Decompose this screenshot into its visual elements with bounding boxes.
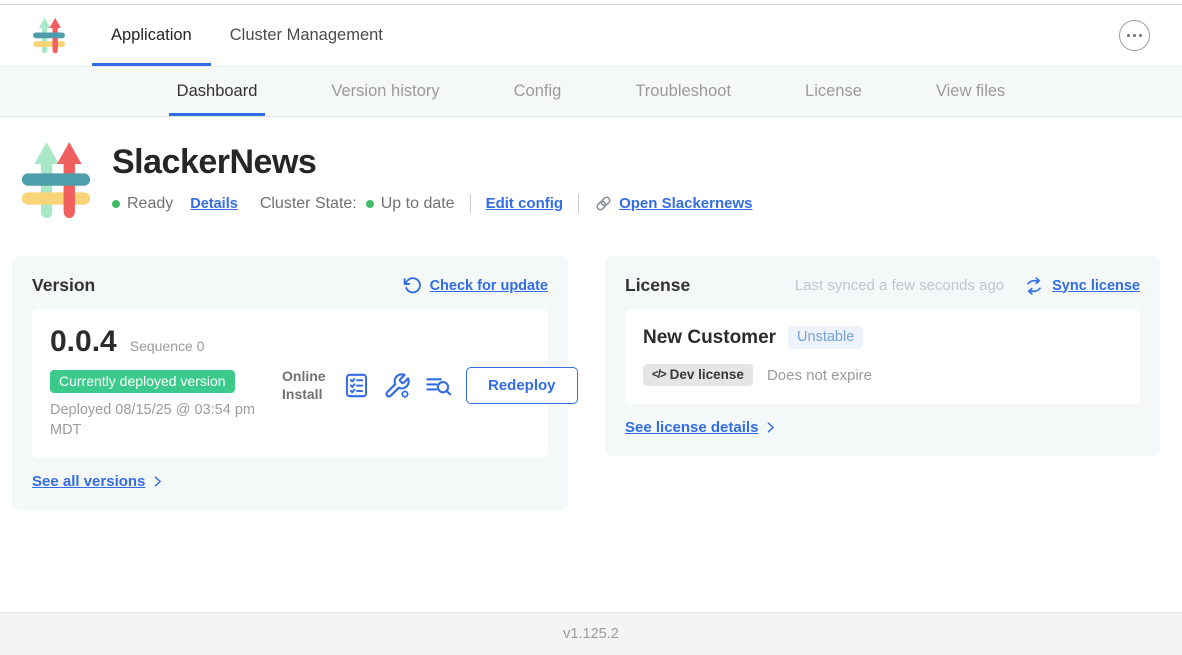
divider <box>578 194 579 213</box>
version-card-title: Version <box>32 275 95 296</box>
chain-link-icon <box>594 194 613 213</box>
subnav-license-label: License <box>805 82 862 101</box>
divider <box>470 194 471 213</box>
last-synced-label: Last synced a few seconds ago <box>795 277 1004 294</box>
tab-cluster-management[interactable]: Cluster Management <box>211 5 402 66</box>
details-link[interactable]: Details <box>190 196 238 212</box>
subnav-dashboard-label: Dashboard <box>177 82 258 101</box>
see-license-details-link[interactable]: See license details <box>625 419 758 436</box>
see-all-versions-row: See all versions <box>32 473 548 490</box>
open-app-link-group[interactable]: Open Slackernews <box>594 194 752 213</box>
install-type-label: Online Install <box>282 368 330 403</box>
license-card-title: License <box>625 275 690 296</box>
subnav-view-files-label: View files <box>936 82 1005 101</box>
check-for-update-link[interactable]: Check for update <box>430 278 548 294</box>
version-card-header: Version Check for update <box>32 275 548 296</box>
license-details-panel: New Customer Unstable </> Dev license Do… <box>625 309 1140 404</box>
tab-application-label: Application <box>111 26 192 45</box>
deployed-badge: Currently deployed version <box>50 370 235 393</box>
customer-name: New Customer <box>643 327 776 349</box>
chevron-right-icon <box>151 474 164 489</box>
cluster-state-value: Up to date <box>381 195 455 213</box>
edit-config-link[interactable]: Edit config <box>486 195 564 212</box>
refresh-icon <box>403 276 422 295</box>
cluster-state-label: Cluster State: <box>260 195 357 213</box>
ellipsis-icon <box>1127 34 1130 37</box>
sequence-label: Sequence 0 <box>130 338 205 354</box>
channel-badge: Unstable <box>788 326 863 349</box>
license-type-badge: </> Dev license <box>643 364 753 386</box>
subnav-item-config[interactable]: Config <box>506 67 570 116</box>
tab-cluster-management-label: Cluster Management <box>230 26 383 45</box>
view-config-button[interactable] <box>383 372 411 400</box>
lines-magnifier-icon <box>424 372 453 399</box>
subnav-item-dashboard[interactable]: Dashboard <box>169 67 266 116</box>
app-status-row: Ready Details Cluster State: Up to date … <box>112 194 752 213</box>
subnav-item-view-files[interactable]: View files <box>928 67 1013 116</box>
app-status-label: Ready <box>127 195 173 213</box>
version-actions: Online Install <box>282 367 578 404</box>
current-version-panel: 0.0.4 Sequence 0 Currently deployed vers… <box>32 309 548 458</box>
subnav-item-license[interactable]: License <box>797 67 870 116</box>
deployed-timestamp: Deployed 08/15/25 @ 03:54 pm MDT <box>50 401 278 440</box>
license-expiry: Does not expire <box>767 367 872 384</box>
see-license-details-row: See license details <box>625 419 1140 436</box>
dashboard-main: SlackerNews Ready Details Cluster State:… <box>0 117 1182 611</box>
page-title: SlackerNews <box>112 143 752 182</box>
subnav-item-troubleshoot[interactable]: Troubleshoot <box>627 67 739 116</box>
subnav-version-history-label: Version history <box>331 82 439 101</box>
sync-icon <box>1024 277 1044 295</box>
see-all-versions-link[interactable]: See all versions <box>32 473 145 490</box>
app-logo <box>32 5 66 66</box>
chevron-right-icon <box>764 420 777 435</box>
console-version: v1.125.2 <box>563 626 619 642</box>
open-slackernews-link[interactable]: Open Slackernews <box>619 195 752 212</box>
license-card-header: License Last synced a few seconds ago Sy… <box>625 275 1140 296</box>
primary-header: Application Cluster Management <box>0 5 1182 67</box>
view-logs-button[interactable] <box>424 372 453 399</box>
subnav-item-version-history[interactable]: Version history <box>323 67 447 116</box>
header-spacer <box>402 5 1119 66</box>
primary-nav: Application Cluster Management <box>92 5 402 66</box>
subnav-troubleshoot-label: Troubleshoot <box>635 82 731 101</box>
preflight-checks-button[interactable] <box>343 372 370 399</box>
slackernews-logo-icon <box>32 17 66 55</box>
version-card: Version Check for update 0.0.4 Sequ <box>12 256 568 510</box>
version-number: 0.0.4 <box>50 325 117 359</box>
console-footer: v1.125.2 <box>0 612 1182 655</box>
sync-license-link[interactable]: Sync license <box>1052 278 1140 294</box>
overflow-menu-button[interactable] <box>1119 20 1150 51</box>
license-card: License Last synced a few seconds ago Sy… <box>605 256 1160 456</box>
redeploy-button[interactable]: Redeploy <box>466 367 578 404</box>
wrench-gear-icon <box>383 372 411 400</box>
subnav-config-label: Config <box>514 82 562 101</box>
slackernews-app-icon <box>20 139 92 223</box>
checklist-icon <box>343 372 370 399</box>
code-icon: </> <box>652 369 666 381</box>
app-title-block: SlackerNews Ready Details Cluster State:… <box>0 117 1182 223</box>
app-icon <box>20 139 92 223</box>
tab-application[interactable]: Application <box>92 5 211 66</box>
license-type-label: Dev license <box>670 367 744 382</box>
app-sub-nav: Dashboard Version history Config Trouble… <box>0 67 1182 117</box>
cluster-state-dot <box>366 200 374 208</box>
dashboard-cards: Version Check for update 0.0.4 Sequ <box>0 223 1182 510</box>
app-status-dot <box>112 200 120 208</box>
